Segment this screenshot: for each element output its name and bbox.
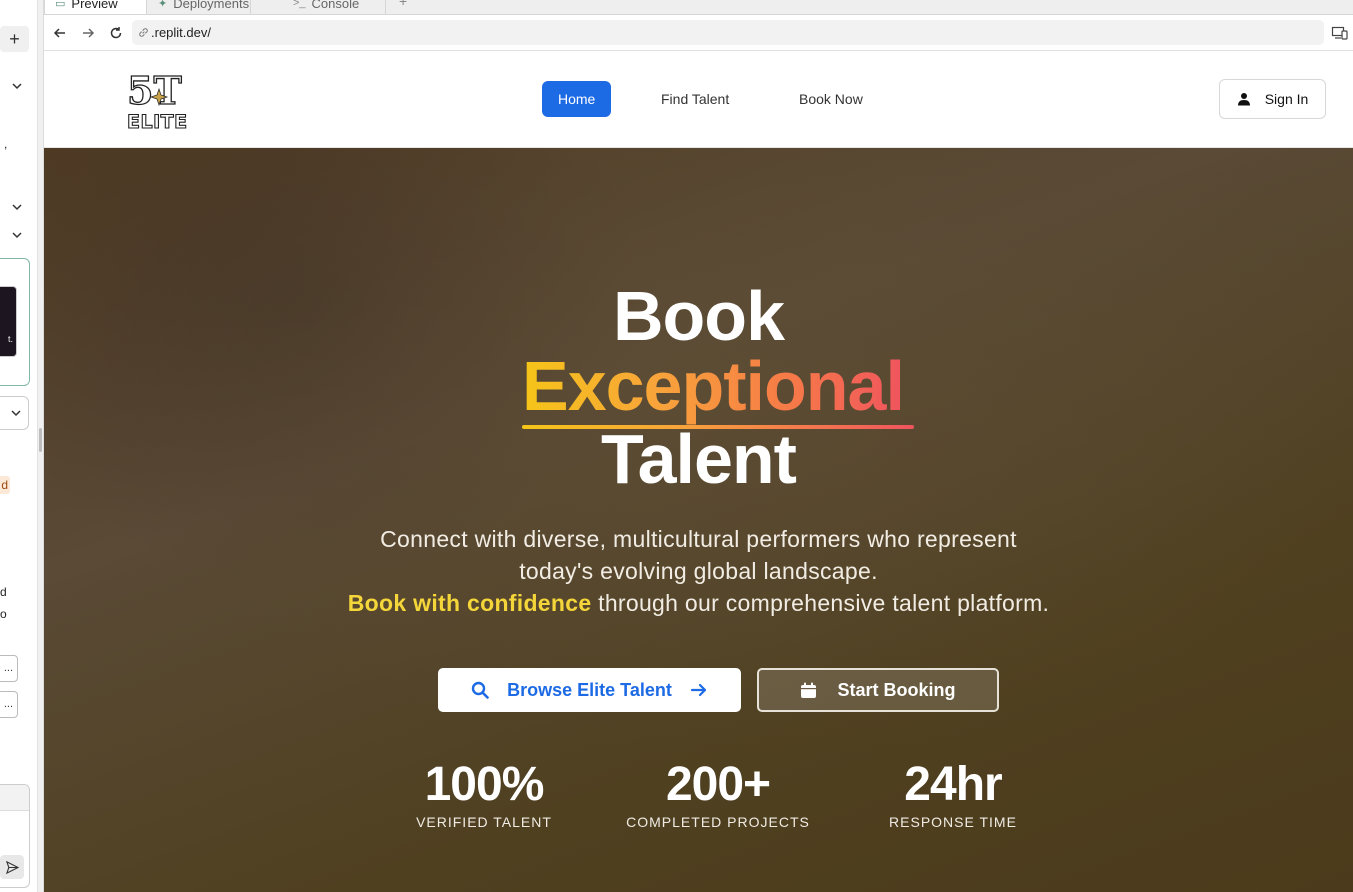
chevron-down-icon	[12, 232, 22, 239]
monitor-icon: ▭	[55, 0, 66, 10]
hero-title-highlight: Exceptional	[522, 346, 905, 428]
stat-response-time: 24hr RESPONSE TIME	[853, 758, 1053, 830]
new-chat-button[interactable]: +	[0, 26, 29, 52]
arrow-right-icon	[690, 683, 706, 697]
send-button[interactable]	[0, 855, 24, 879]
reload-icon	[110, 26, 122, 38]
nav-home[interactable]: Home	[542, 81, 612, 117]
expand-section-button[interactable]	[8, 198, 26, 216]
stat-value: 200+	[665, 758, 771, 811]
deploy-icon: ✦	[158, 0, 168, 10]
workspace-tabs: ▭ Preview ✦ Deployments >_ Console +	[44, 0, 1353, 15]
chat-sidebar: + l , t. d d o ... ...	[0, 0, 44, 892]
chevron-down-icon	[12, 204, 22, 211]
hero-subtitle-line-2: today's evolving global landscape.	[519, 558, 878, 584]
stat-value: 100%	[424, 758, 545, 811]
site-logo[interactable]: 5T ELITE	[126, 67, 192, 133]
subtitle-highlight: Book with confidence	[347, 590, 592, 616]
stat-label: VERIFIED TALENT	[416, 814, 552, 830]
chevron-down-icon	[12, 83, 22, 90]
plus-icon: +	[9, 28, 20, 49]
hero-title-line-3: Talent	[601, 420, 797, 498]
stat-completed-projects: 200+ COMPLETED PROJECTS	[618, 758, 818, 830]
file-tag: d	[0, 476, 10, 494]
arrow-left-icon	[53, 27, 65, 38]
expand-section-button[interactable]	[8, 77, 26, 95]
back-button[interactable]	[46, 19, 74, 47]
website-preview: 5T ELITE Home Find Talent Book Now Sign …	[44, 51, 1353, 892]
expand-section-button[interactable]	[8, 226, 26, 244]
nav-book-now[interactable]: Book Now	[783, 81, 879, 117]
sidebar-text-fragment: d	[0, 585, 7, 599]
stat-label: RESPONSE TIME	[889, 814, 1017, 830]
preview-thumbnail[interactable]: t.	[0, 286, 17, 357]
hero-subtitle-line-3: Book with confidence through our compreh…	[347, 590, 1050, 616]
browse-talent-button[interactable]: Browse Elite Talent	[438, 668, 741, 712]
send-icon	[5, 860, 19, 874]
url-field[interactable]: .replit.dev/	[132, 20, 1324, 45]
sidebar-text-fragment: o	[0, 607, 7, 621]
devtools-button[interactable]	[1331, 24, 1349, 42]
tab-console[interactable]: >_ Console	[283, 0, 386, 14]
model-select[interactable]	[0, 396, 29, 430]
hero-section: Book Exceptional Talent Connect with div…	[44, 148, 1353, 892]
stat-verified-talent: 100% VERIFIED TALENT	[384, 758, 584, 830]
tab-deployments[interactable]: ✦ Deployments	[148, 0, 251, 14]
arrow-right-icon	[83, 27, 95, 38]
address-bar: .replit.dev/	[44, 15, 1353, 51]
stat-label: COMPLETED PROJECTS	[626, 814, 810, 830]
calendar-icon	[801, 682, 817, 698]
forward-button[interactable]	[74, 19, 102, 47]
svg-text:ELITE: ELITE	[127, 111, 188, 131]
sidebar-text-fragment: l ,	[0, 137, 8, 151]
action-button[interactable]: ...	[0, 691, 18, 718]
stat-value: 24hr	[904, 758, 1002, 811]
user-icon	[1237, 93, 1250, 106]
hero-title-line-1: Book	[613, 277, 785, 355]
link-icon	[139, 28, 148, 37]
tab-preview[interactable]: ▭ Preview	[44, 0, 147, 14]
chevron-down-icon	[11, 410, 21, 417]
start-booking-button[interactable]: Start Booking	[757, 668, 999, 712]
site-header: 5T ELITE Home Find Talent Book Now Sign …	[44, 51, 1353, 148]
search-icon	[471, 681, 489, 699]
logo-icon: 5T ELITE	[126, 67, 188, 133]
sign-in-button[interactable]: Sign In	[1219, 79, 1326, 119]
terminal-icon: >_	[293, 0, 306, 9]
reload-button[interactable]	[102, 19, 130, 47]
nav-find-talent[interactable]: Find Talent	[645, 81, 745, 117]
add-tab-button[interactable]: +	[399, 0, 407, 9]
svg-text:5T: 5T	[127, 68, 182, 113]
grip-icon	[39, 428, 42, 452]
devices-icon	[1331, 26, 1348, 40]
action-button[interactable]: ...	[0, 655, 18, 682]
hero-subtitle-line-1: Connect with diverse, multicultural perf…	[380, 526, 1017, 552]
